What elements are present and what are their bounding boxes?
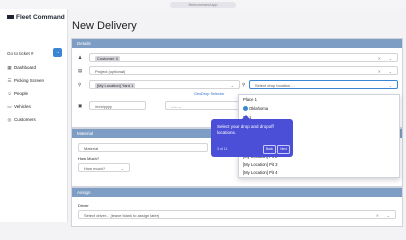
customer-chip-label: Customer X [97,56,119,61]
clear-icon[interactable]: ✕ [376,211,379,220]
dropdown-option-label: Oklahoma [249,106,269,111]
driver-select[interactable]: Select driver... (leave blank to assign … [78,210,396,219]
tooltip-back-button[interactable]: Back [263,145,276,154]
dropdown-option[interactable]: [My Location] Pit 3 [243,162,277,167]
clear-icon[interactable]: ✕ [378,54,381,63]
goto-ticket-label: Go to ticket # [7,51,34,56]
sidebar-item-label: People [14,91,29,96]
clear-icon[interactable]: ✕ [378,67,381,76]
sidebar-item-people[interactable]: ☺ People [7,91,28,96]
sidebar-item-vehicles[interactable]: ▭ Vehicles [7,104,31,110]
chevron-down-icon[interactable]: ⌄ [389,54,392,63]
sidebar: Fleet Command Go to ticket # → ▦ Dashboar… [0,9,68,222]
pickup-chip-label: [My Location] Yard 1 [97,83,134,88]
material-select[interactable]: Material [78,143,208,152]
dropdown-option[interactable]: Oklahoma [243,106,269,112]
pointer-cursor-icon [243,106,248,112]
page-title: New Delivery [72,20,137,32]
vehicles-icon: ▭ [7,104,12,109]
driver-placeholder: Select driver... (leave blank to assign … [84,213,160,218]
drop-placeholder: Select drop location ... [255,83,295,88]
sidebar-item-customers[interactable]: ◎ Customers [7,117,36,123]
tooltip-text: Select your drop and dropoff locations. [217,124,274,135]
pickup-pin-icon: ⚲ [78,82,82,87]
driver-label: Driver [78,203,89,208]
onboarding-tooltip: Select your drop and dropoff locations. … [211,119,293,157]
tooltip-next-button[interactable]: Next [277,145,290,154]
calendar-icon: ▣ [78,103,83,108]
chevron-down-icon[interactable]: ⌄ [389,67,392,76]
customer-select[interactable]: Customer X ✕ ⌄ [89,53,398,62]
brand-logo[interactable]: Fleet Command [7,14,65,21]
address-bar[interactable]: fleetcommand.app [170,1,236,8]
how-much-label: How Much? [78,156,100,161]
chevron-down-icon[interactable]: ⌄ [387,211,390,220]
sidebar-item-picking-screen[interactable]: ☰ Picking Screen [7,78,44,84]
how-much-input[interactable]: How much? ⌄ [78,163,130,172]
people-icon: ☺ [7,91,12,96]
project-select[interactable]: Project (optional) ✕ ⌄ [89,66,398,75]
how-much-value: How much? [84,166,106,171]
geodrop-selector-link[interactable]: GeoDrop Selector [194,92,224,96]
date-input[interactable]: /mm/yyyy [89,101,146,110]
time-input[interactable]: --:-- -- [165,101,240,110]
goto-ticket-button[interactable]: → [53,48,62,57]
sidebar-item-label: Picking Screen [14,78,45,83]
customers-icon: ◎ [7,117,12,122]
pickup-chip[interactable]: [My Location] Yard 1 [95,83,136,89]
sidebar-item-label: Dashboard [14,65,37,70]
dropdown-option[interactable]: Place 1 [243,97,257,102]
material-placeholder: Material [84,146,99,151]
sidebar-item-dashboard[interactable]: ▦ Dashboard [7,65,36,71]
assign-header: Assign [72,188,402,197]
drop-location-select[interactable]: Select drop location ... ⌄ [249,80,398,89]
chevron-down-icon[interactable]: ⌄ [231,81,234,90]
chevron-down-icon[interactable]: ⌄ [389,81,392,90]
project-icon: ▤ [78,68,83,73]
customer-chip[interactable]: Customer X [95,56,121,62]
time-value: --:-- -- [171,104,182,109]
brand-name: Fleet Command [16,14,65,21]
tooltip-step: 3 of 11 [217,147,228,151]
project-placeholder: Project (optional) [95,69,126,74]
dropdown-option[interactable]: [My Location] Pit 4 [243,170,277,175]
customer-icon: ♟ [78,55,83,60]
sidebar-item-label: Customers [14,117,36,122]
details-header: Details [72,39,402,48]
assign-card: Assign Driver Select driver... (leave bl… [71,187,403,227]
drop-pin-icon: ⚲ [242,82,246,87]
dashboard-icon: ▦ [7,65,12,70]
chevron-down-icon[interactable]: ⌄ [121,164,124,173]
truck-icon [7,15,14,20]
picking-icon: ☰ [7,78,12,83]
date-value: /mm/yyyy [95,104,112,109]
pickup-select[interactable]: [My Location] Yard 1 ⌄ [89,80,240,89]
sidebar-item-label: Vehicles [14,104,31,109]
